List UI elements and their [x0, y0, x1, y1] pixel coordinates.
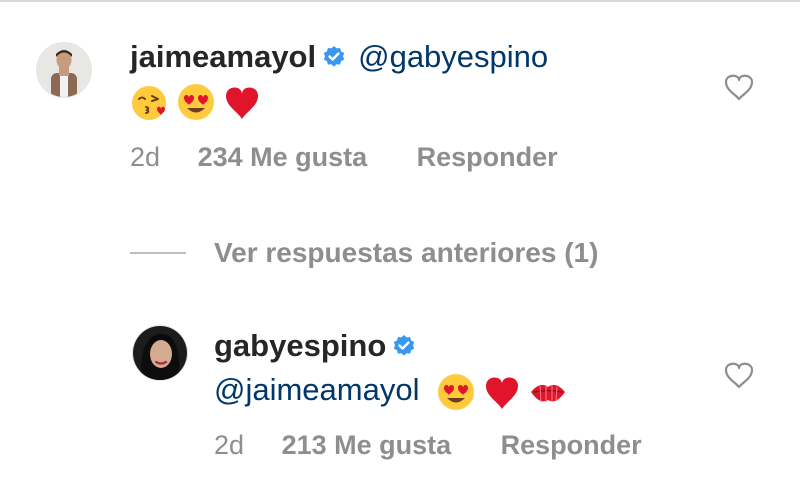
mention-link[interactable]: @jaimeamayol	[214, 372, 419, 407]
comment-meta: 2d 234 Me gusta Responder	[130, 142, 558, 173]
verified-badge-icon	[322, 45, 346, 69]
verified-badge-icon	[392, 334, 416, 358]
top-divider	[0, 0, 800, 2]
replies-divider	[130, 252, 186, 254]
timestamp: 2d	[130, 142, 161, 172]
mention-link[interactable]: @gabyespino	[358, 39, 548, 74]
comment-header: jaimeamayol @gabyespino	[130, 38, 548, 76]
view-previous-replies-button[interactable]: Ver respuestas anteriores (1)	[130, 233, 690, 273]
reply-button[interactable]: Responder	[417, 142, 558, 172]
reply-gabyespino: gabyespino @jaimeamayol 2d 213 Me gusta	[0, 318, 800, 468]
heart-eyes-emoji-icon	[176, 82, 216, 122]
reply-button[interactable]: Responder	[501, 430, 642, 460]
likes-count[interactable]: 234 Me gusta	[198, 142, 368, 172]
comment-text: @jaimeamayol	[214, 370, 574, 412]
kiss-face-emoji-icon	[130, 82, 170, 122]
username[interactable]: gabyespino	[214, 328, 386, 363]
avatar[interactable]	[132, 325, 188, 381]
like-heart-icon[interactable]	[724, 73, 754, 101]
likes-count[interactable]: 213 Me gusta	[282, 430, 452, 460]
kiss-lips-emoji-icon	[528, 372, 568, 412]
comment-text	[130, 80, 268, 122]
avatar[interactable]	[36, 42, 92, 98]
like-heart-icon[interactable]	[724, 361, 754, 389]
comment-header: gabyespino	[214, 327, 428, 365]
red-heart-emoji-icon	[482, 372, 522, 412]
heart-eyes-emoji-icon	[436, 372, 476, 412]
comment-meta: 2d 213 Me gusta Responder	[214, 430, 642, 461]
username[interactable]: jaimeamayol	[130, 39, 316, 74]
comment-jaimeamayol: jaimeamayol @gabyespino 2d 234 Me gusta …	[0, 36, 800, 196]
timestamp: 2d	[214, 430, 245, 460]
red-heart-emoji-icon	[222, 82, 262, 122]
view-previous-replies-label: Ver respuestas anteriores (1)	[214, 237, 599, 268]
